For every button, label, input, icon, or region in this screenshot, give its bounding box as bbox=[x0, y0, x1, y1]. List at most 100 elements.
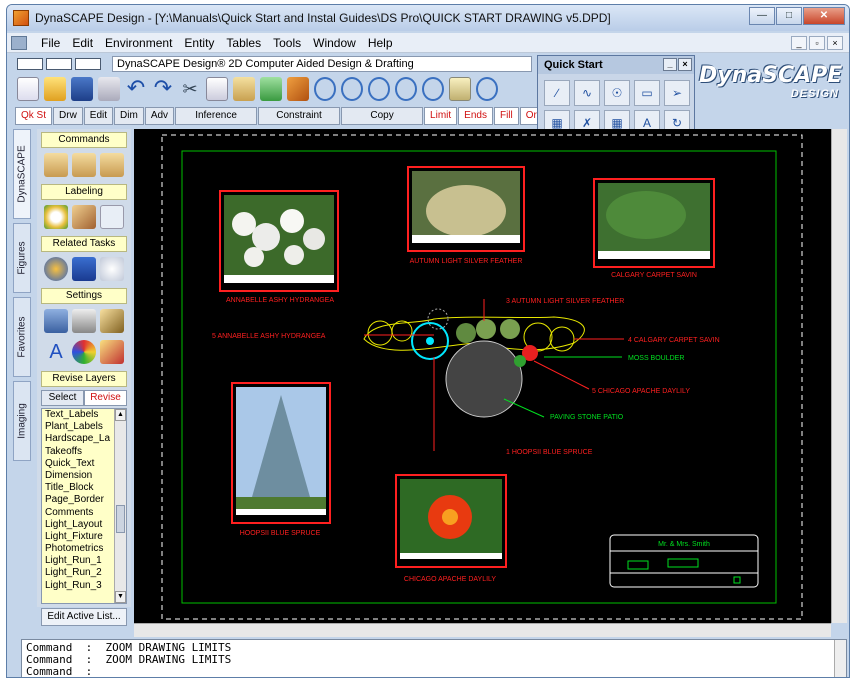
undo-icon[interactable]: ↶ bbox=[125, 77, 147, 101]
layers-icon[interactable] bbox=[44, 309, 68, 333]
fill-style-icon[interactable] bbox=[100, 340, 124, 364]
photo-hydrangea[interactable] bbox=[219, 190, 339, 292]
vtab-favorites[interactable]: Favorites bbox=[13, 297, 31, 377]
photo-daylily[interactable] bbox=[395, 474, 507, 568]
menu-help[interactable]: Help bbox=[362, 36, 399, 50]
tab-dimension[interactable]: Dim bbox=[114, 107, 144, 125]
polyline-tool-icon[interactable]: ∿ bbox=[574, 80, 600, 106]
zoom-previous-icon[interactable] bbox=[368, 77, 390, 101]
menu-file[interactable]: File bbox=[35, 36, 66, 50]
drawing-canvas[interactable]: ANNABELLE ASHY HYDRANGEA AUTUMN LIGHT SI… bbox=[134, 129, 831, 623]
drawing-caption: DynaSCAPE Design® 2D Computer Aided Desi… bbox=[112, 56, 532, 72]
menu-tables[interactable]: Tables bbox=[220, 36, 267, 50]
vtab-figures-label: Figures bbox=[16, 241, 28, 275]
view-mode-button-3[interactable] bbox=[75, 58, 101, 70]
tab-select[interactable]: Select bbox=[41, 390, 84, 406]
layer-list[interactable]: Text_Labels Plant_Labels Hardscape_La Ta… bbox=[41, 408, 127, 604]
photo-blue-spruce[interactable] bbox=[231, 382, 331, 524]
menu-environment[interactable]: Environment bbox=[99, 36, 178, 50]
photo-label: HOOPSII BLUE SPRUCE bbox=[240, 530, 321, 537]
save-icon[interactable] bbox=[71, 77, 93, 101]
close-button[interactable]: ✕ bbox=[803, 7, 845, 25]
planting-bed[interactable] bbox=[363, 308, 585, 418]
tab-copy[interactable]: Copy bbox=[341, 107, 424, 125]
doc-minimize-button[interactable]: _ bbox=[791, 36, 807, 50]
doc-restore-button[interactable]: ▫ bbox=[809, 36, 825, 50]
tab-fill[interactable]: Fill bbox=[493, 107, 519, 125]
zoom-window-icon[interactable] bbox=[341, 77, 363, 101]
menu-edit[interactable]: Edit bbox=[66, 36, 99, 50]
view-mode-button-2[interactable] bbox=[46, 58, 72, 70]
redo-icon[interactable]: ↷ bbox=[152, 77, 174, 101]
command-window[interactable]: Command : ZOOM DRAWING LIMITS Command : … bbox=[21, 639, 847, 678]
tab-constraint[interactable]: Constraint bbox=[258, 107, 341, 125]
layer-list-scrollbar[interactable]: ▲ ▼ bbox=[114, 409, 126, 603]
cut-icon[interactable]: ✂ bbox=[179, 77, 201, 101]
wall-tool-icon[interactable] bbox=[100, 153, 124, 177]
new-file-icon[interactable] bbox=[17, 77, 39, 101]
view-mode-button-1[interactable] bbox=[17, 58, 43, 70]
pipe-tool-icon[interactable] bbox=[44, 153, 68, 177]
palette-close-button[interactable]: × bbox=[678, 58, 692, 71]
zoom-limits-icon[interactable] bbox=[449, 77, 471, 101]
print-icon[interactable] bbox=[98, 77, 120, 101]
tab-draw[interactable]: Drw bbox=[53, 107, 83, 125]
word-export-icon[interactable] bbox=[72, 257, 96, 281]
maximize-button[interactable]: □ bbox=[776, 7, 802, 25]
open-folder-icon[interactable] bbox=[44, 77, 66, 101]
tab-advanced[interactable]: Adv bbox=[144, 107, 175, 125]
text-label-icon[interactable] bbox=[100, 205, 124, 229]
tab-inference[interactable]: Inference bbox=[175, 107, 258, 125]
plant-label-icon[interactable] bbox=[44, 205, 68, 229]
vtab-imaging[interactable]: Imaging bbox=[13, 381, 31, 461]
edit-active-list-button[interactable]: Edit Active List... bbox=[41, 608, 127, 626]
canvas-vertical-scrollbar[interactable] bbox=[831, 129, 847, 623]
material-label-icon[interactable] bbox=[72, 205, 96, 229]
doc-close-button[interactable]: × bbox=[827, 36, 843, 50]
zoom-all-icon[interactable] bbox=[476, 77, 498, 101]
photo-silver-feather[interactable] bbox=[407, 166, 525, 252]
select-tool-icon[interactable]: ➢ bbox=[664, 80, 690, 106]
tab-ends[interactable]: Ends bbox=[458, 107, 493, 125]
minimize-button[interactable]: — bbox=[749, 7, 775, 25]
menu-entity[interactable]: Entity bbox=[178, 36, 220, 50]
font-icon[interactable]: A bbox=[44, 340, 68, 364]
menu-bar: File Edit Environment Entity Tables Tool… bbox=[7, 33, 849, 53]
tab-revise[interactable]: Revise bbox=[84, 390, 127, 406]
canvas-horizontal-scrollbar[interactable] bbox=[134, 623, 831, 637]
document-icon[interactable] bbox=[11, 35, 27, 50]
tab-edit[interactable]: Edit bbox=[83, 107, 114, 125]
vtab-dynascape-label: DynaSCAPE bbox=[16, 145, 28, 203]
paste-icon[interactable] bbox=[233, 77, 255, 101]
menu-window[interactable]: Window bbox=[307, 36, 362, 50]
plant-database-icon[interactable] bbox=[100, 257, 124, 281]
color-icon[interactable] bbox=[72, 340, 96, 364]
scroll-thumb[interactable] bbox=[116, 505, 125, 533]
zoom-out-icon[interactable] bbox=[422, 77, 444, 101]
brush-icon[interactable] bbox=[287, 77, 309, 101]
palette-minimize-button[interactable]: _ bbox=[663, 58, 677, 71]
rectangle-tool-icon[interactable]: ▭ bbox=[634, 80, 660, 106]
command-scrollbar[interactable] bbox=[834, 640, 846, 677]
zoom-icon[interactable] bbox=[314, 77, 336, 101]
scroll-up-icon[interactable]: ▲ bbox=[115, 409, 126, 421]
tab-quick-start[interactable]: Qk St bbox=[15, 107, 53, 125]
lineweight-icon[interactable] bbox=[100, 309, 124, 333]
copy-icon[interactable] bbox=[206, 77, 228, 101]
tab-limit[interactable]: Limit bbox=[424, 107, 458, 125]
quick-start-title[interactable]: Quick Start _ × bbox=[538, 56, 694, 74]
vtab-dynascape[interactable]: DynaSCAPE bbox=[13, 129, 31, 219]
zoom-in-icon[interactable] bbox=[395, 77, 417, 101]
fence-tool-icon[interactable] bbox=[72, 153, 96, 177]
scroll-down-icon[interactable]: ▼ bbox=[115, 591, 126, 603]
line-tool-icon[interactable]: ∕ bbox=[544, 80, 570, 106]
refresh-icon[interactable] bbox=[260, 77, 282, 101]
estimate-icon[interactable] bbox=[44, 257, 68, 281]
command-prompt[interactable]: Command : bbox=[26, 666, 842, 678]
photo-carpet-savin[interactable] bbox=[593, 178, 715, 268]
circle-tool-icon[interactable]: ☉ bbox=[604, 80, 630, 106]
menu-tools[interactable]: Tools bbox=[267, 36, 307, 50]
photo-label: CALGARY CARPET SAVIN bbox=[611, 272, 697, 279]
linetype-icon[interactable] bbox=[72, 309, 96, 333]
vtab-figures[interactable]: Figures bbox=[13, 223, 31, 293]
